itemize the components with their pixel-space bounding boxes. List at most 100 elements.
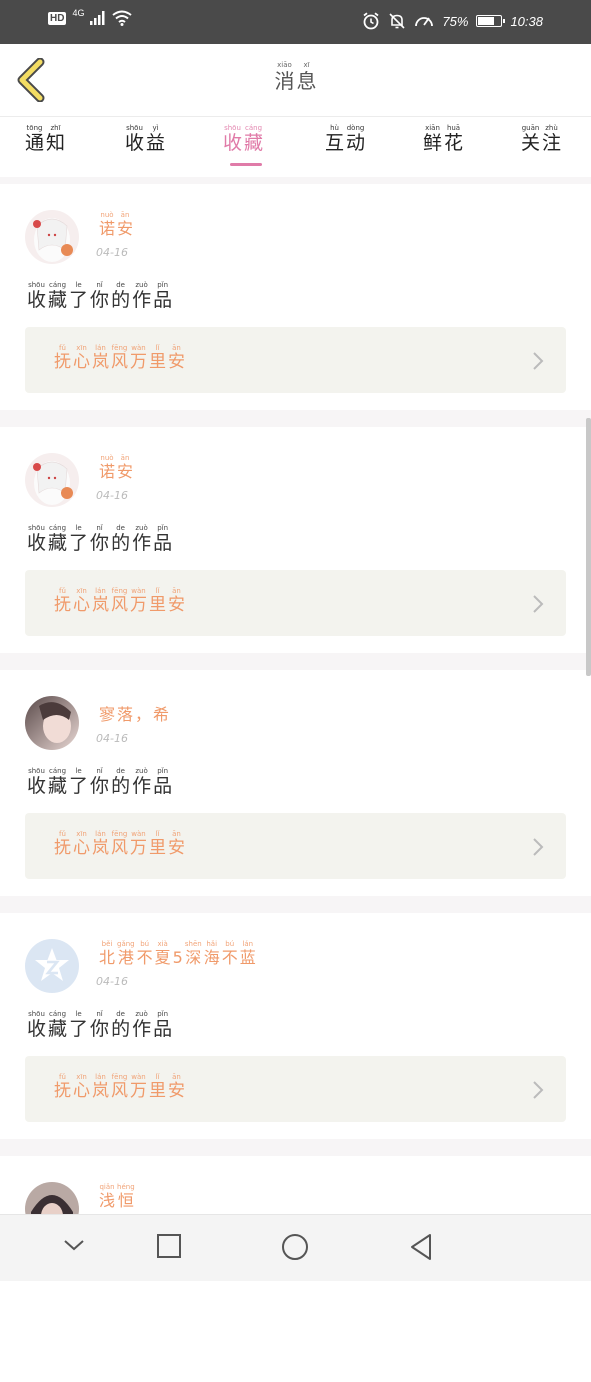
avatar[interactable] [25,210,79,264]
avatar[interactable] [25,939,79,993]
hanzi: 你 [90,532,110,554]
hanzi: 抚 [54,1081,71,1101]
tab-earnings[interactable]: shōu 收 yì 益 [124,125,166,153]
default-avatar-icon [25,939,79,993]
pinyin: lán [95,344,106,352]
hanzi: 岚 [92,595,109,615]
ruby-char: wàn 万 [130,1074,147,1100]
ruby-char: běi 北 [99,941,115,966]
tab-flowers[interactable]: xiān 鲜 huā 花 [422,125,464,153]
pinyin: shōu [28,524,45,532]
pinyin: ān [120,454,130,462]
hanzi: 互 [325,132,345,154]
wifi-icon [112,10,133,26]
ruby-char: fēng 风 [111,588,128,614]
username[interactable]: qiǎn 浅 héng 恒 [98,1184,136,1209]
pinyin: zuò [135,1010,148,1018]
username[interactable]: běi 北 gǎng 港 bú 不 xià 夏 5 shēn 深 hǎi 海 bú 不 lán 蓝 [98,941,257,966]
tab-notifications[interactable]: tōng 通 zhī 知 [24,125,66,153]
pinyin: dòng [346,124,365,132]
avatar[interactable] [25,696,79,750]
hanzi: 动 [346,132,366,154]
hanzi: 风 [111,1081,128,1101]
ruby-char: cáng 藏 [48,282,67,310]
list-item: nuò 诺 ān 安 04-16 shōu 收 cáng 藏 le 了 nǐ 你 de 的 zuò 作 pǐn… [0,184,591,410]
work-link[interactable]: fǔ 抚 xīn 心 lán 岚 fēng 风 wàn 万 lǐ 里 ān 安 [25,327,566,393]
hanzi: 里 [149,838,166,858]
pinyin: fēng [111,587,128,595]
pinyin [106,698,108,705]
pinyin [177,941,179,948]
ruby-char: shōu 收 [27,1011,46,1039]
ruby-char: lǐ 里 [149,831,166,857]
pinyin: shōu [224,124,241,132]
ruby-char: cáng 藏 [48,1011,67,1039]
pinyin: de [116,281,125,289]
hanzi: 安 [117,462,134,481]
ruby-char: fǔ 抚 [54,1074,71,1100]
pinyin: huā [446,124,461,132]
work-link[interactable]: fǔ 抚 xīn 心 lán 岚 fēng 风 wàn 万 lǐ 里 ān 安 [25,570,566,636]
battery-percent: 75% [442,13,469,29]
hanzi: 藏 [48,775,68,797]
ruby-char: nǐ 你 [90,282,109,310]
pinyin: xīn [76,587,87,595]
scrollbar[interactable] [586,418,591,676]
ruby-char: qiǎn 浅 [99,1184,115,1209]
action-text: shōu 收 cáng 藏 le 了 nǐ 你 de 的 zuò 作 pǐn 品 [26,768,173,796]
pinyin: lán [95,1073,106,1081]
pinyin: zuò [135,524,148,532]
username[interactable]: 寥 落 ， 希 [98,698,170,723]
pinyin: shōu [28,767,45,775]
home-icon[interactable] [281,1233,309,1261]
pinyin: fǔ [59,830,66,838]
ruby-char: tōng 通 [25,125,44,153]
ruby-char: héng 恒 [117,1184,135,1209]
hanzi: 夏 [154,948,171,967]
tab-favorites[interactable]: shōu 收 cáng 藏 [222,125,264,153]
pinyin: shōu [28,281,45,289]
list-item: nuò 诺 ān 安 04-16 shōu 收 cáng 藏 le 了 nǐ 你 de 的 zuò 作 pǐn… [0,427,591,653]
hanzi: 息 [296,69,317,93]
ruby-char: nǐ 你 [90,1011,109,1039]
hanzi: 里 [149,595,166,615]
ruby-char: lǐ 里 [149,1074,166,1100]
alarm-icon [363,12,379,30]
photo-avatar-icon [25,696,79,750]
pinyin: tōng [26,124,43,132]
ruby-char: nǐ 你 [90,525,109,553]
ruby-char: lán 蓝 [240,941,256,966]
status-left: HD 4G [48,8,133,26]
hanzi: 风 [111,352,128,372]
collapse-icon[interactable] [62,1233,86,1257]
anime-girl-avatar-icon [25,453,79,507]
hanzi: 心 [73,838,90,858]
work-link[interactable]: fǔ 抚 xīn 心 lán 岚 fēng 风 wàn 万 lǐ 里 ān 安 [25,813,566,879]
hanzi: 安 [117,219,134,238]
pinyin: pǐn [157,524,169,532]
avatar[interactable] [25,453,79,507]
ruby-char: ， [135,698,151,723]
ruby-char: nuò 诺 [99,455,115,480]
tab-following[interactable]: guān 关 zhù 注 [520,125,562,153]
ruby-char: zhī 知 [46,125,65,153]
tab-interactions[interactable]: hù 互 dòng 动 [324,125,366,153]
back-icon[interactable] [408,1233,434,1261]
pinyin: nǐ [96,281,103,289]
ruby-char: lǐ 里 [149,588,166,614]
pinyin: ān [172,344,181,352]
hanzi: 通 [25,132,45,154]
username[interactable]: nuò 诺 ān 安 [98,212,134,237]
network-type: 4G [72,8,85,18]
work-link[interactable]: fǔ 抚 xīn 心 lán 岚 fēng 风 wàn 万 lǐ 里 ān 安 [25,1056,566,1122]
date-label: 04-16 [96,975,128,988]
hanzi: 浅 [99,1191,116,1210]
ruby-char: zuò 作 [132,1011,151,1039]
hanzi: 品 [153,532,173,554]
recent-apps-icon[interactable] [156,1233,182,1259]
ruby-char: xīn 心 [73,345,90,371]
hanzi: 抚 [54,595,71,615]
username[interactable]: nuò 诺 ān 安 [98,455,134,480]
pinyin: hù [330,124,339,132]
action-text: shōu 收 cáng 藏 le 了 nǐ 你 de 的 zuò 作 pǐn 品 [26,282,173,310]
